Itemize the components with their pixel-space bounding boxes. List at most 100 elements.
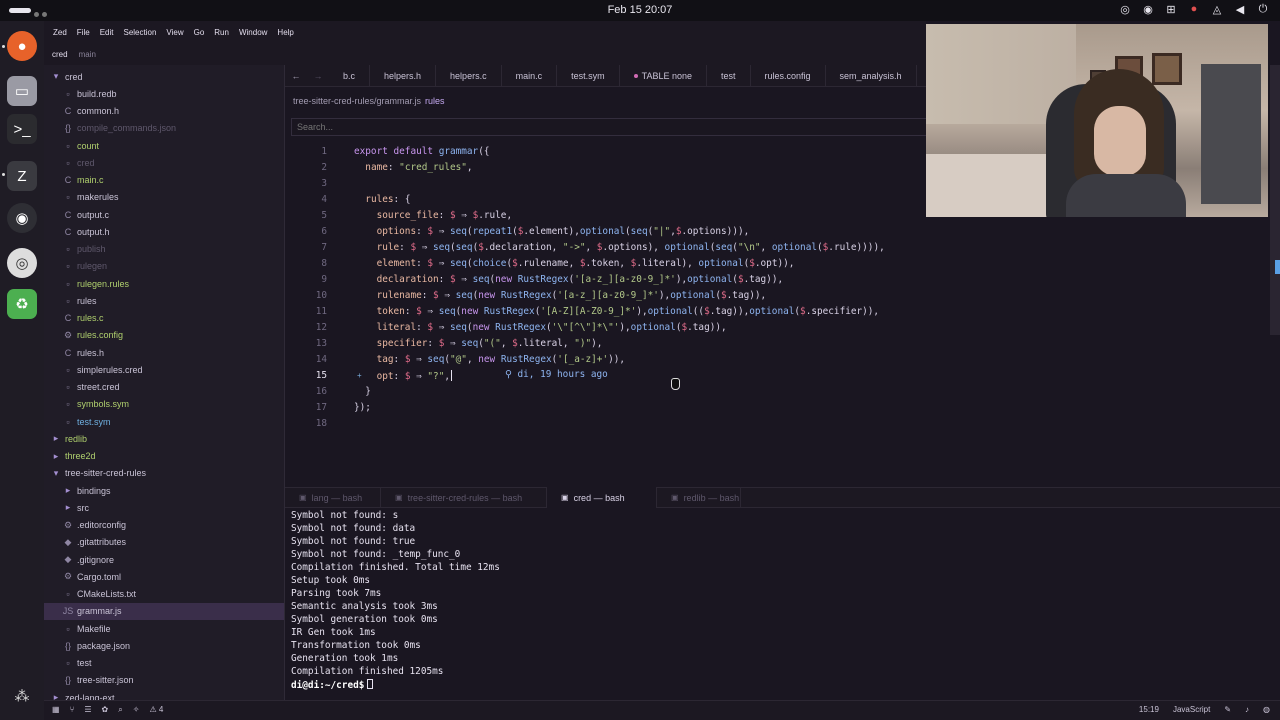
code-line-current[interactable]: opt: $ ⇒ "?",: [354, 370, 452, 382]
project-tree-item[interactable]: ⚙ Cargo.toml: [44, 568, 284, 585]
network-icon[interactable]: ⊞: [1164, 3, 1178, 16]
editor-tab[interactable]: sem_analysis.h: [826, 65, 917, 86]
editor-tab[interactable]: main.c: [502, 65, 558, 86]
project-panel-toggle-icon[interactable]: ▦: [52, 705, 60, 715]
code-line[interactable]: source_file: $ ⇒ $.rule,: [354, 210, 513, 221]
inline-git-blame[interactable]: ⚲ di, 19 hours ago: [505, 369, 608, 380]
project-tree-item[interactable]: Cmain.c: [44, 172, 284, 189]
system-clock[interactable]: Feb 15 20:07: [0, 4, 1280, 16]
breadcrumb[interactable]: tree-sitter-cred-rules/grammar.js rules: [293, 96, 445, 106]
git-diff-added-icon[interactable]: +: [357, 371, 362, 380]
project-tree-item[interactable]: ▸ three2d: [44, 448, 284, 465]
terminal-icon[interactable]: >_: [7, 114, 37, 144]
zed-icon[interactable]: Z: [7, 161, 37, 191]
warnings-indicator[interactable]: ⚠ 4: [149, 705, 163, 715]
breadcrumb-symbol[interactable]: rules: [425, 96, 445, 106]
project-tree-item[interactable]: ▾ tree-sitter-cred-rules: [44, 465, 284, 482]
code-line[interactable]: token: $ ⇒ seq(new RustRegex('[A-Z][A-Z0…: [354, 306, 880, 317]
code-line[interactable]: export default grammar({: [354, 146, 490, 157]
project-tree-item[interactable]: Ccommon.h: [44, 103, 284, 120]
editor-tab[interactable]: helpers.c: [436, 65, 502, 86]
ai-icon[interactable]: ✧: [133, 705, 140, 715]
trash-icon[interactable]: ♻: [7, 289, 37, 319]
code-line[interactable]: rule: $ ⇒ seq(seq($.declaration, "->", $…: [354, 242, 885, 253]
branch-picker[interactable]: main: [79, 50, 96, 59]
code-line[interactable]: specifier: $ ⇒ seq("(", $.literal, ")"),: [354, 338, 603, 349]
project-tree-item[interactable]: ▸ src: [44, 499, 284, 516]
project-tree-item[interactable]: {} tree-sitter.json: [44, 672, 284, 689]
menu-window[interactable]: Window: [239, 28, 267, 37]
project-tree-item[interactable]: Coutput.h: [44, 223, 284, 240]
code-line[interactable]: tag: $ ⇒ seq("@", new RustRegex('[_a-z]+…: [354, 354, 625, 365]
search-icon[interactable]: ⌕: [118, 705, 122, 715]
project-tree-item[interactable]: {} package.json: [44, 637, 284, 654]
code-line[interactable]: rules: {: [354, 194, 410, 205]
obs-studio-icon[interactable]: ◉: [7, 203, 37, 233]
project-tree-item[interactable]: ◆ .gitignore: [44, 551, 284, 568]
project-tree-item[interactable]: ◆ .gitattributes: [44, 534, 284, 551]
project-tree-item[interactable]: Crules.h: [44, 344, 284, 361]
terminal-tab[interactable]: ▣ lang — bash: [285, 487, 381, 508]
terminal-prompt-line[interactable]: di@di:~/cred$: [291, 679, 374, 691]
project-tree-item[interactable]: ▫ build.redb: [44, 85, 284, 102]
project-tree-item[interactable]: ▫ rulegen.rules: [44, 275, 284, 292]
project-tree-item[interactable]: {} compile_commands.json: [44, 120, 284, 137]
code-line[interactable]: rulename: $ ⇒ seq(new RustRegex('[a-z_][…: [354, 290, 767, 301]
language-selector[interactable]: JavaScript: [1173, 705, 1210, 714]
menu-edit[interactable]: Edit: [100, 28, 114, 37]
project-tree-item[interactable]: ▫ rules: [44, 292, 284, 309]
menu-go[interactable]: Go: [194, 28, 205, 37]
project-tree-item[interactable]: ▫ test.sym: [44, 413, 284, 430]
steam-icon[interactable]: ◉: [1141, 3, 1155, 16]
breadcrumb-path[interactable]: tree-sitter-cred-rules/grammar.js: [293, 96, 421, 106]
code-line[interactable]: element: $ ⇒ seq(choice($.rulename, $.to…: [354, 258, 795, 269]
show-apps-icon[interactable]: ⁂: [7, 681, 37, 711]
project-picker[interactable]: cred: [52, 50, 68, 59]
editor-tab[interactable]: test: [707, 65, 751, 86]
project-tree-item[interactable]: Coutput.c: [44, 206, 284, 223]
code-line[interactable]: literal: $ ⇒ seq(new RustRegex('\"[^\"]*…: [354, 322, 727, 333]
code-line[interactable]: options: $ ⇒ seq(repeat1($.element),opti…: [354, 226, 750, 237]
project-tree-item[interactable]: JS grammar.js: [44, 602, 284, 620]
project-tree-item[interactable]: ▫ symbols.sym: [44, 396, 284, 413]
code-line[interactable]: declaration: $ ⇒ seq(new RustRegex('[a-z…: [354, 274, 784, 285]
code-line[interactable]: }: [354, 386, 371, 397]
terminal-tab[interactable]: ▣ cred — bash: [547, 487, 657, 508]
disk-icon[interactable]: ◎: [7, 248, 37, 278]
volume-icon[interactable]: ◀: [1233, 3, 1247, 16]
firefox-icon[interactable]: ●: [7, 31, 37, 61]
project-tree-item[interactable]: ⚙ .editorconfig: [44, 517, 284, 534]
forward-arrow-icon[interactable]: →: [307, 71, 329, 81]
editor-scrollbar[interactable]: [1270, 65, 1280, 335]
menu-run[interactable]: Run: [214, 28, 229, 37]
menu-zed[interactable]: Zed: [53, 28, 67, 37]
git-panel-icon[interactable]: ⑂: [70, 705, 75, 715]
editor-tab[interactable]: test.sym: [557, 65, 620, 86]
files-icon[interactable]: ▭: [7, 76, 37, 106]
microphone-icon[interactable]: ●: [1187, 3, 1201, 16]
project-tree-item[interactable]: Crules.c: [44, 310, 284, 327]
project-tree-item[interactable]: ▸ bindings: [44, 482, 284, 499]
project-tree-item[interactable]: ▫ test: [44, 655, 284, 672]
project-tree-item[interactable]: ▸ zed-lang-ext: [44, 689, 284, 700]
outline-icon[interactable]: ☰: [84, 705, 91, 715]
assistant-icon[interactable]: ◍: [1263, 705, 1270, 714]
menu-help[interactable]: Help: [277, 28, 293, 37]
project-tree-item[interactable]: ▫ simplerules.cred: [44, 361, 284, 378]
project-tree-item[interactable]: ▫ Makefile: [44, 620, 284, 637]
menu-selection[interactable]: Selection: [123, 28, 156, 37]
editor-tab[interactable]: TABLE none: [620, 65, 707, 86]
project-tree-item[interactable]: ▫ rulegen: [44, 258, 284, 275]
back-arrow-icon[interactable]: ←: [285, 71, 307, 81]
project-tree-item[interactable]: ▫ cred: [44, 154, 284, 171]
buffer-search-input[interactable]: [291, 118, 927, 136]
terminal-tab[interactable]: ▣ tree-sitter-cred-rules — bash: [381, 487, 547, 508]
menu-file[interactable]: File: [77, 28, 90, 37]
obs-icon[interactable]: ◎: [1118, 3, 1132, 16]
editor-tab[interactable]: helpers.h: [370, 65, 437, 86]
project-tree-item[interactable]: ⚙ rules.config: [44, 327, 284, 344]
project-tree-item[interactable]: ▾ cred: [44, 68, 284, 85]
feedback-icon[interactable]: ✎: [1224, 705, 1231, 714]
code-line[interactable]: name: "cred_rules",: [354, 162, 472, 173]
cursor-position[interactable]: 15:19: [1139, 705, 1159, 714]
